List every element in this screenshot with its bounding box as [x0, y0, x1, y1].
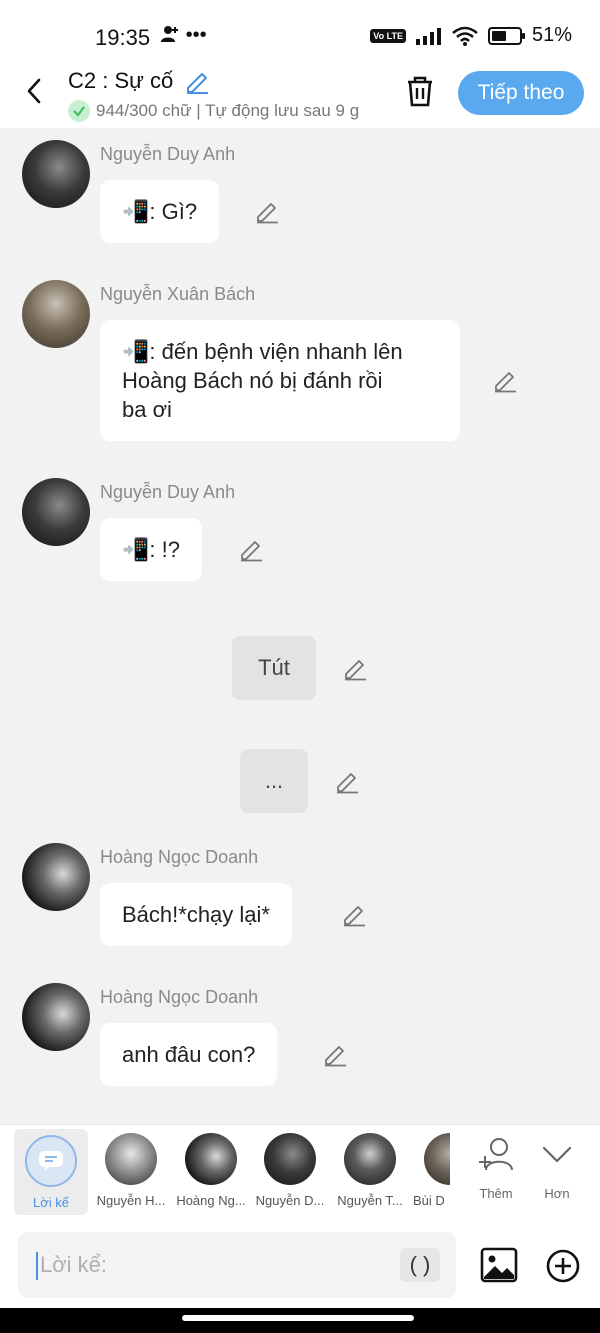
character-item[interactable]: Hoàng Ng...	[172, 1133, 250, 1217]
character-avatar	[105, 1133, 157, 1185]
parenthesis-button[interactable]: ( )	[400, 1248, 440, 1282]
character-name: Nguyễn T...	[337, 1193, 403, 1208]
sender-name: Hoàng Ngọc Doanh	[100, 987, 259, 1007]
character-avatar	[264, 1133, 316, 1185]
add-person-icon	[479, 1138, 513, 1171]
avatar[interactable]	[22, 280, 90, 348]
word-count-autosave: 944/300 chữ | Tự động lưu sau 9 g	[96, 101, 360, 120]
message-bubble[interactable]: 📲: !?	[100, 518, 202, 581]
more-button[interactable]: Hơn	[527, 1137, 587, 1201]
edit-title-icon[interactable]	[184, 68, 210, 94]
save-status: 944/300 chữ | Tự động lưu sau 9 g	[68, 100, 359, 122]
add-character-button[interactable]: Thêm	[466, 1137, 526, 1201]
status-time: 19:35	[95, 25, 151, 50]
person-add-icon	[161, 26, 178, 42]
narration-input[interactable]: Lời kể: ( )	[18, 1232, 456, 1298]
system-nav-bar	[0, 1308, 600, 1333]
chevron-down-icon	[542, 1146, 572, 1163]
input-area: Lời kể: ( )	[0, 1222, 600, 1308]
trash-icon[interactable]	[404, 74, 436, 108]
image-icon[interactable]	[480, 1246, 518, 1284]
wifi-icon	[452, 26, 478, 46]
more-label: Hơn	[544, 1186, 570, 1201]
battery-icon	[487, 26, 525, 45]
status-extra-dots: •••	[185, 24, 207, 46]
narration-bubble[interactable]: ...	[240, 749, 308, 813]
avatar[interactable]	[22, 140, 90, 208]
edit-message-icon[interactable]	[341, 901, 367, 927]
message-line: ba ơi	[122, 397, 172, 422]
edit-message-icon[interactable]	[238, 536, 264, 562]
message-line: Hoàng Bách nó bị đánh rồi	[122, 368, 383, 393]
character-name: Nguyễn D...	[255, 1193, 325, 1208]
character-item[interactable]: Nguyễn T...	[331, 1133, 409, 1217]
add-icon[interactable]	[545, 1248, 581, 1284]
character-bar: Lời kể Nguyễn H... Hoàng Ng... Nguyễn D.…	[0, 1124, 600, 1222]
editor-header: C2 : Sự cố 944/300 chữ | Tự động lưu sau…	[0, 66, 600, 128]
chat-area[interactable]: Nguyễn Duy Anh 📲: Gì? Nguyễn Xuân Bách 📲…	[0, 128, 600, 1124]
edit-narration-icon[interactable]	[334, 768, 360, 794]
sender-name: Hoàng Ngọc Doanh	[100, 847, 259, 867]
add-character-label: Thêm	[479, 1186, 513, 1201]
status-notification-icons: •••	[160, 24, 207, 47]
narration-bubble[interactable]: Tút	[232, 636, 316, 700]
home-indicator[interactable]	[182, 1315, 414, 1321]
message-line: 📲: đến bệnh viện nhanh lên	[122, 339, 403, 364]
character-name: Hoàng Ng...	[176, 1193, 246, 1208]
character-name: Nguyễn H...	[96, 1193, 166, 1208]
narrator-icon	[25, 1135, 77, 1187]
edit-message-icon[interactable]	[322, 1041, 348, 1067]
status-bar: 19:35 ••• Vo LTE 51%	[0, 0, 600, 66]
battery-level: 51%	[531, 24, 572, 46]
character-avatar	[344, 1133, 396, 1185]
sender-name: Nguyễn Duy Anh	[100, 144, 236, 164]
narrator-label: Lời kể	[33, 1195, 69, 1210]
sender-name: Nguyễn Xuân Bách	[100, 284, 256, 304]
edit-narration-icon[interactable]	[342, 655, 368, 681]
avatar[interactable]	[22, 843, 90, 911]
character-item[interactable]: Bùi D	[410, 1133, 450, 1217]
back-icon[interactable]	[20, 76, 50, 106]
sender-name: Nguyễn Duy Anh	[100, 482, 236, 502]
character-name: Bùi D	[413, 1193, 445, 1208]
avatar[interactable]	[22, 478, 90, 546]
edit-message-icon[interactable]	[492, 367, 518, 393]
text-caret	[36, 1252, 38, 1280]
message-bubble[interactable]: 📲: Gì?	[100, 180, 220, 243]
message-bubble[interactable]: 📲: đến bệnh viện nhanh lên Hoàng Bách nó…	[100, 320, 460, 441]
message-bubble[interactable]: Bách!*chạy lại*	[100, 883, 292, 946]
next-button[interactable]: Tiếp theo	[458, 71, 584, 115]
status-right: Vo LTE 51%	[370, 24, 572, 47]
character-avatar	[185, 1133, 237, 1185]
signal-icon	[415, 27, 441, 45]
character-item[interactable]: Nguyễn D...	[251, 1133, 329, 1217]
avatar[interactable]	[22, 983, 90, 1051]
chapter-title: C2 : Sự cố	[68, 68, 174, 93]
check-icon	[68, 100, 90, 122]
message-bubble[interactable]: anh đâu con?	[100, 1023, 278, 1086]
character-item[interactable]: Nguyễn H...	[92, 1133, 170, 1217]
volte-icon: Vo LTE	[370, 28, 406, 43]
narrator-selector[interactable]: Lời kể	[14, 1129, 88, 1215]
character-avatar	[424, 1133, 450, 1185]
input-placeholder: Lời kể:	[40, 1252, 108, 1277]
edit-message-icon[interactable]	[254, 198, 280, 224]
